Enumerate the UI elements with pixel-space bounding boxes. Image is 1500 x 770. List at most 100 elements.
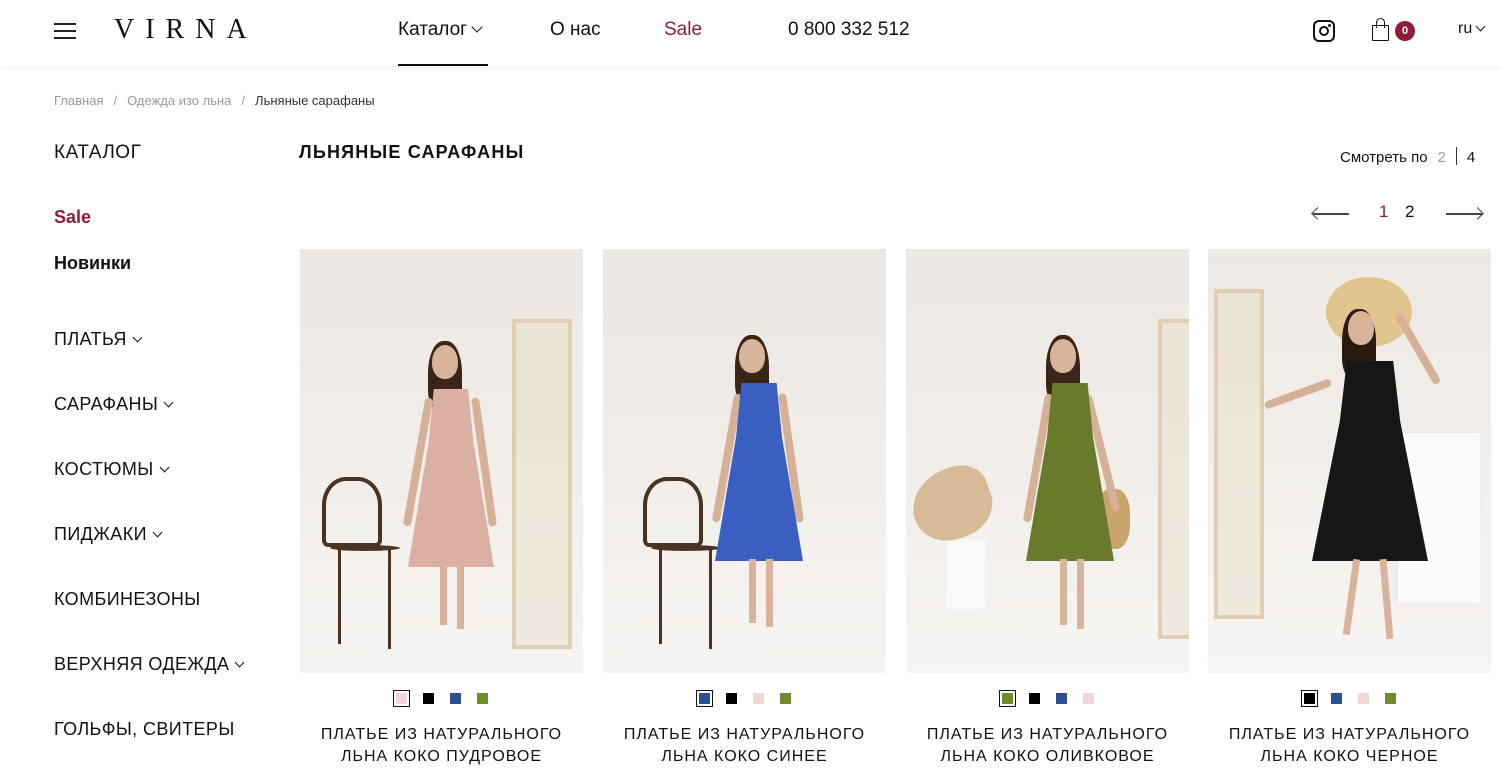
product-card[interactable]: ПЛАТЬЕ ИЗ НАТУРАЛЬНОГО ЛЬНА КОКО ЧЕРНОЕ [1208,249,1491,765]
product-photo[interactable] [300,249,583,673]
nav-sale[interactable]: Sale [664,19,702,41]
sidebar-item-label: ГОЛЬФЫ, СВИТЕРЫ [54,719,235,739]
language-label: ru [1458,20,1473,37]
product-photo[interactable] [906,249,1189,673]
color-swatch[interactable] [1300,690,1318,708]
color-swatch[interactable] [1055,693,1067,705]
color-swatch[interactable] [725,693,737,705]
chevron-down-icon [234,657,245,668]
product-name-line2: ЛЬНА КОКО ОЛИВКОВОЕ [940,748,1155,765]
breadcrumb-linen-clothes[interactable]: Одежда изо льна [127,93,231,108]
room-screen [512,319,572,649]
divider [1455,147,1457,165]
view-by-option-4[interactable]: 4 [1467,149,1475,166]
prev-page-arrow-icon[interactable] [1313,213,1349,215]
product-name-line1: ПЛАТЬЕ ИЗ НАТУРАЛЬНОГО [623,726,866,743]
page-title: ЛЬНЯНЫЕ САРАФАНЫ [299,142,525,162]
product-name-line1: ПЛАТЬЕ ИЗ НАТУРАЛЬНОГО [926,726,1169,743]
sidebar-item-label: КОСТЮМЫ [54,459,154,479]
nav-catalog[interactable]: Каталог [398,19,483,41]
product-name-line1: ПЛАТЬЕ ИЗ НАТУРАЛЬНОГО [320,726,563,743]
product-photo[interactable] [1208,249,1491,673]
sidebar-item-jumpsuits[interactable]: КОМБИНЕЗОНЫ [54,589,201,610]
language-selector[interactable]: ru [1458,20,1486,38]
chair [643,477,703,547]
color-swatch[interactable] [752,693,764,705]
sidebar-item-label: ПЛАТЬЯ [54,329,127,349]
breadcrumb: Главная / Одежда изо льна / Льняные сарафаны [54,93,375,108]
sidebar-item-label: ПИДЖАКИ [54,524,147,544]
color-swatches [603,690,886,708]
chevron-down-icon [152,527,163,538]
product-name-line2: ЛЬНА КОКО СИНЕЕ [661,748,828,765]
sidebar-item-label: ВЕРХНЯЯ ОДЕЖДА [54,654,230,674]
menu-icon[interactable] [54,21,76,39]
chevron-down-icon [132,332,143,343]
room-screen [1158,319,1189,639]
site-logo[interactable]: VIRNA [114,14,258,46]
phone-link[interactable]: 0 800 332 512 [788,19,910,41]
chevron-down-icon [163,397,174,408]
view-by-label: Смотреть по [1340,149,1428,166]
sidebar-item-dresses[interactable]: ПЛАТЬЯ [54,329,143,350]
color-swatch[interactable] [392,690,410,708]
site-header: VIRNA Каталог О нас Sale 0 800 332 512 0… [0,0,1500,66]
sidebar-item-sweaters[interactable]: ГОЛЬФЫ, СВИТЕРЫ [54,719,235,740]
chevron-down-icon [159,462,170,473]
color-swatch[interactable] [1357,693,1369,705]
instagram-icon[interactable] [1313,20,1335,42]
product-photo[interactable] [603,249,886,673]
color-swatch[interactable] [1082,693,1094,705]
sidebar-item-suits[interactable]: КОСТЮМЫ [54,459,170,480]
view-by-option-2[interactable]: 2 [1438,149,1446,166]
product-name[interactable]: ПЛАТЬЕ ИЗ НАТУРАЛЬНОГО ЛЬНА КОКО ОЛИВКОВО… [906,724,1189,768]
breadcrumb-separator: / [113,93,118,108]
page-1-link[interactable]: 1 [1379,202,1388,222]
vase [946,539,990,611]
breadcrumb-current: Льняные сарафаны [255,93,375,108]
cart-icon[interactable] [1372,18,1392,42]
product-name[interactable]: ПЛАТЬЕ ИЗ НАТУРАЛЬНОГО ЛЬНА КОКО ПУДРОВОЕ [300,724,583,768]
product-name-line2: ЛЬНА КОКО ЧЕРНОЕ [1260,748,1439,765]
sidebar-item-label: КОМБИНЕЗОНЫ [54,589,201,609]
color-swatch[interactable] [449,693,461,705]
breadcrumb-home[interactable]: Главная [54,93,103,108]
nav-catalog-label: Каталог [398,19,468,40]
product-card[interactable]: ПЛАТЬЕ ИЗ НАТУРАЛЬНОГО ЛЬНА КОКО ОЛИВКОВО… [906,249,1189,765]
product-name[interactable]: ПЛАТЬЕ ИЗ НАТУРАЛЬНОГО ЛЬНА КОКО ЧЕРНОЕ [1208,724,1491,768]
sidebar-item-sale[interactable]: Sale [54,207,91,228]
color-swatch[interactable] [1028,693,1040,705]
color-swatch[interactable] [779,693,791,705]
product-name[interactable]: ПЛАТЬЕ ИЗ НАТУРАЛЬНОГО ЛЬНА КОКО СИНЕЕ [603,724,886,768]
product-name-line1: ПЛАТЬЕ ИЗ НАТУРАЛЬНОГО [1228,726,1471,743]
product-name-line2: ЛЬНА КОКО ПУДРОВОЕ [340,748,543,765]
nav-active-underline [398,64,488,66]
color-swatch[interactable] [476,693,488,705]
chevron-down-icon [471,21,483,33]
color-swatches [906,690,1189,708]
sidebar-title: КАТАЛОГ [54,142,142,163]
room-screen [1214,289,1264,619]
color-swatch[interactable] [1384,693,1396,705]
nav-about[interactable]: О нас [550,19,601,41]
sidebar-item-new[interactable]: Новинки [54,253,131,274]
chair [322,477,382,547]
breadcrumb-separator: / [241,93,246,108]
product-card[interactable]: ПЛАТЬЕ ИЗ НАТУРАЛЬНОГО ЛЬНА КОКО ПУДРОВОЕ [300,249,583,765]
color-swatches [300,690,583,708]
sidebar-item-jackets[interactable]: ПИДЖАКИ [54,524,163,545]
product-card[interactable]: ПЛАТЬЕ ИЗ НАТУРАЛЬНОГО ЛЬНА КОКО СИНЕЕ [603,249,886,765]
sidebar-item-sundresses[interactable]: САРАФАНЫ [54,394,174,415]
view-by-control: Смотреть по 2 4 [1340,144,1475,166]
chevron-down-icon [1475,21,1486,32]
cart-count-badge: 0 [1395,21,1415,41]
color-swatch[interactable] [998,690,1016,708]
sidebar-item-outerwear[interactable]: ВЕРХНЯЯ ОДЕЖДА [54,654,245,675]
sidebar-item-label: САРАФАНЫ [54,394,159,414]
color-swatches [1208,690,1491,708]
color-swatch[interactable] [1330,693,1342,705]
page-2-link[interactable]: 2 [1405,202,1414,222]
next-page-arrow-icon[interactable] [1446,213,1482,215]
color-swatch[interactable] [695,690,713,708]
color-swatch[interactable] [422,693,434,705]
